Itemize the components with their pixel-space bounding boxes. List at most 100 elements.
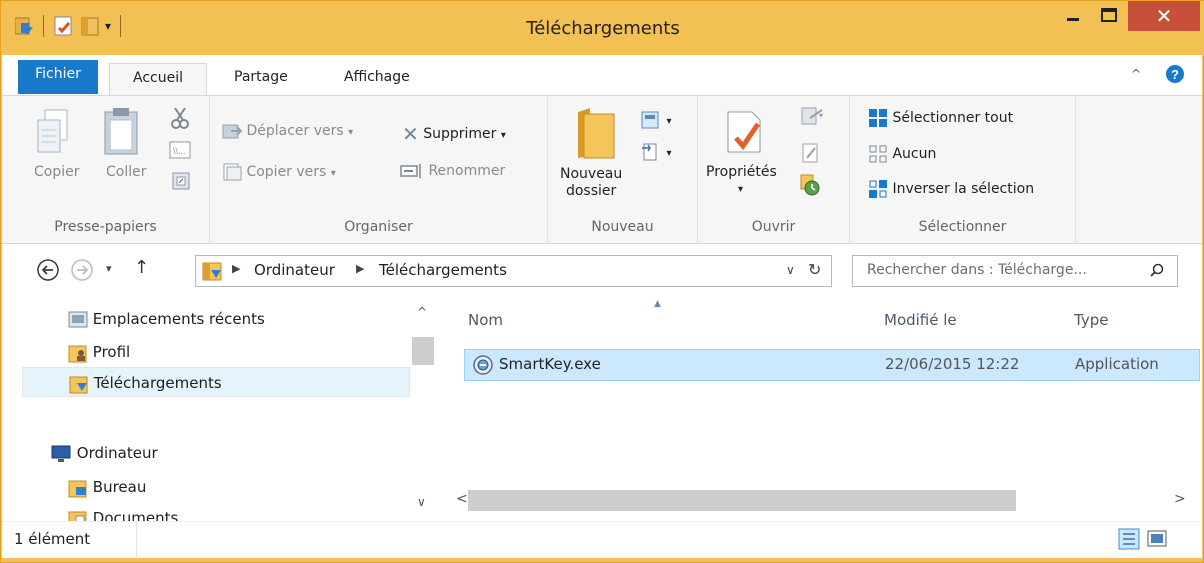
chevron-down-icon: ▾ [348,127,354,138]
group-presse-papiers: Copier Coller \\... Presse-papiers [2,96,210,243]
folder-icon[interactable] [576,104,616,164]
paste-icon[interactable] [103,106,139,160]
nav-item-recent[interactable]: Emplacements récents [68,304,265,334]
open-icon[interactable]: ▾ [800,106,826,128]
content-area: Emplacements récents Profil Téléchargeme… [2,299,1202,521]
history-icon[interactable] [800,174,820,200]
large-icons-view-icon[interactable] [1146,528,1168,554]
back-button[interactable] [36,258,60,286]
nav-item-label: Bureau [92,478,147,496]
breadcrumb-separator-icon: ▶ [356,262,365,275]
scroll-thumb[interactable] [412,337,434,365]
group-nouveau: Nouveau dossier ▾ ▾ Nouveau [548,96,698,243]
rename-label: Renommer [428,163,506,179]
copy-to-button[interactable]: Copier vers ▾ [222,163,336,181]
computer-icon [51,445,71,462]
user-folder-icon [68,345,87,362]
file-modified: 22/06/2015 12:22 [885,355,1020,373]
horizontal-scroll-thumb[interactable] [468,490,1016,511]
delete-label: Supprimer [423,126,497,142]
minimize-button[interactable] [1053,1,1093,35]
select-none-button[interactable]: Aucun [868,144,936,164]
group-ouvrir: Propriétés ▾ ▾ Ouvrir [698,96,850,243]
navigation-bar: ▾ ↑ ▶ Ordinateur ▶ Téléchargements ∨ ↻ R… [2,244,1202,299]
ribbon-tabs: Fichier Accueil Partage Affichage ^ ? [2,55,1202,95]
search-box[interactable]: Rechercher dans : Télécharge... [852,255,1178,287]
breadcrumb-ordinateur[interactable]: Ordinateur [254,261,335,279]
status-bar: 1 élément [2,521,1202,558]
column-header-type[interactable]: Type [1074,311,1108,329]
chevron-down-icon: ▾ [666,148,672,159]
rename-button[interactable]: Renommer [400,163,505,179]
tab-fichier[interactable]: Fichier [18,60,98,94]
edit-icon[interactable] [802,142,820,168]
recent-places-icon [68,311,88,327]
address-bar[interactable]: ▶ Ordinateur ▶ Téléchargements ∨ ↻ [195,255,832,287]
group-label-nouveau: Nouveau [591,219,654,235]
select-all-button[interactable]: Sélectionner tout [868,108,1013,128]
nav-item-profile[interactable]: Profil [68,337,130,367]
item-count: 1 élément [14,530,91,548]
nav-item-desktop[interactable]: Bureau [68,472,146,502]
new-item-button[interactable]: ▾ [640,110,671,130]
svg-text:▾: ▾ [819,111,823,120]
status-divider [136,522,137,558]
properties-large-icon[interactable] [724,108,764,160]
forward-button[interactable] [70,258,94,286]
copy-button[interactable]: Copier [34,164,80,180]
breadcrumb-telechargements[interactable]: Téléchargements [379,261,507,279]
downloads-icon [69,376,88,393]
scroll-up-icon[interactable]: ^ [417,305,427,319]
group-label-presse-papiers: Presse-papiers [54,219,157,235]
recent-locations-icon[interactable]: ▾ [106,262,112,275]
close-button[interactable]: ✕ [1128,1,1200,31]
nav-vertical-scrollbar[interactable]: ^ ∨ [412,299,436,521]
invert-selection-button[interactable]: Inverser la sélection [868,179,1034,199]
column-header-name[interactable]: Nom [468,311,503,329]
group-label-organiser: Organiser [344,219,413,235]
chevron-down-icon[interactable]: ▾ [738,184,743,195]
svg-text:?: ? [1171,67,1179,82]
documents-folder-icon [68,511,87,521]
address-history-icon[interactable]: ∨ [786,263,795,277]
column-header-modified[interactable]: Modifié le [884,311,957,329]
cut-icon[interactable] [170,106,190,134]
nav-item-downloads[interactable]: Téléchargements [22,367,410,397]
nav-item-label: Profil [92,343,131,361]
maximize-button[interactable] [1093,1,1125,35]
horizontal-scrollbar[interactable]: < > [436,489,1202,513]
table-row[interactable]: SmartKey.exe 22/06/2015 12:22 Applicatio… [464,349,1200,381]
scroll-down-icon[interactable]: ∨ [417,495,426,509]
invert-selection-label: Inverser la sélection [892,181,1035,197]
new-folder-button[interactable]: Nouveau dossier [560,166,622,200]
copy-to-label: Copier vers [246,164,327,180]
nav-item-documents[interactable]: Documents [68,503,178,521]
easy-access-button[interactable]: ▾ [640,142,671,162]
refresh-icon[interactable]: ↻ [808,260,821,279]
tab-affichage[interactable]: Affichage [330,63,424,95]
copy-icon[interactable] [35,108,71,160]
nav-item-computer[interactable]: Ordinateur [50,438,158,468]
properties-button[interactable]: Propriétés [706,164,777,180]
paste-button[interactable]: Coller [106,164,147,180]
group-label-ouvrir: Ouvrir [751,219,796,235]
help-icon[interactable]: ? [1165,64,1185,88]
scroll-left-icon[interactable]: < [456,491,468,507]
collapse-ribbon-icon[interactable]: ^ [1131,67,1141,81]
window-title: Téléchargements [526,18,680,39]
scroll-right-icon[interactable]: > [1174,491,1186,507]
paste-shortcut-icon[interactable] [172,170,190,194]
desktop-folder-icon [68,480,87,497]
navigation-pane: Emplacements récents Profil Téléchargeme… [2,299,436,521]
up-arrow-icon[interactable]: ↑ [134,257,149,278]
details-view-icon[interactable] [1118,528,1140,554]
explorer-window: ▾ Téléchargements ✕ Fichier Accueil Part… [0,0,1204,563]
search-input[interactable]: Rechercher dans : Télécharge... [867,262,1087,278]
tab-partage[interactable]: Partage [220,63,302,95]
search-icon[interactable] [1149,262,1165,282]
move-to-button[interactable]: Déplacer vers ▾ [222,122,353,140]
delete-button[interactable]: ✕ Supprimer ▾ [402,122,506,146]
tab-accueil[interactable]: Accueil [109,63,207,95]
copy-path-icon[interactable]: \\... [169,140,191,164]
select-all-label: Sélectionner tout [892,110,1014,126]
